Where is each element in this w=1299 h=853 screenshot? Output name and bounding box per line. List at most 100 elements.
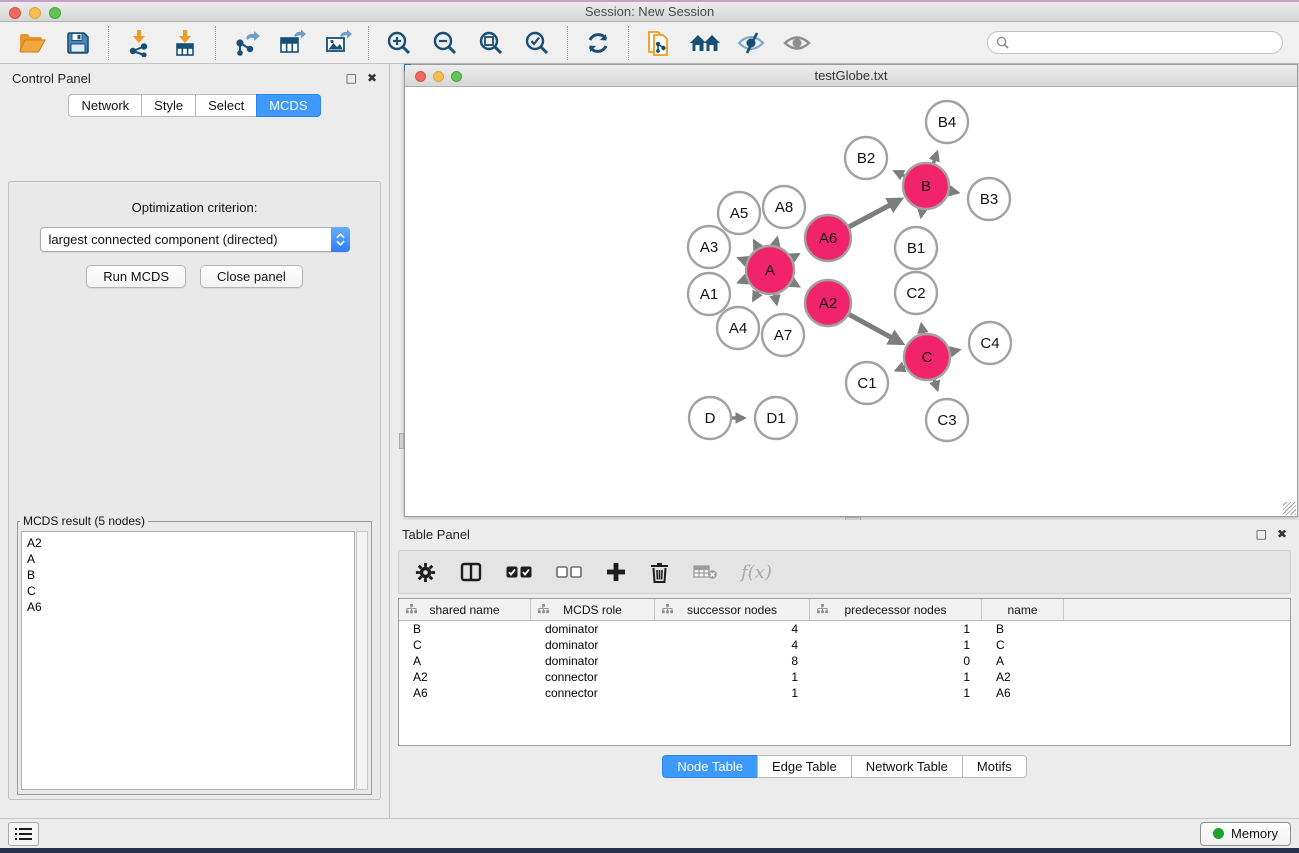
resize-grip-icon[interactable] (1283, 502, 1296, 515)
gear-icon[interactable] (415, 562, 436, 583)
graph-node-C[interactable]: C (904, 334, 950, 380)
hide-eye-icon[interactable] (731, 26, 771, 60)
table-cell[interactable]: 1 (655, 670, 810, 684)
float-table-panel-icon[interactable]: □ (1256, 527, 1267, 541)
import-network-icon[interactable] (119, 26, 159, 60)
graph-node-B1[interactable]: B1 (895, 227, 937, 269)
open-file-icon[interactable] (12, 26, 52, 60)
table-cell[interactable]: 1 (810, 686, 982, 700)
graph-node-A4[interactable]: A4 (717, 307, 759, 349)
network-minimize-button[interactable] (433, 71, 444, 82)
close-panel-button[interactable]: Close panel (200, 265, 303, 288)
show-eye-icon[interactable] (777, 26, 817, 60)
graph-edge-A6-B[interactable] (849, 200, 900, 227)
graph-node-A[interactable]: A (746, 246, 794, 294)
table-row[interactable]: Cdominator41C (399, 637, 1290, 653)
import-table-icon[interactable] (165, 26, 205, 60)
table-cell[interactable]: dominator (531, 638, 655, 652)
network-graph[interactable]: AA1A2A3A4A5A6A7A8BB1B2B3B4CC1C2C3C4DD1 (405, 88, 1297, 516)
table-cell[interactable]: A (399, 654, 531, 668)
graph-node-C3[interactable]: C3 (926, 399, 968, 441)
deselect-all-checkboxes-icon[interactable] (556, 566, 582, 578)
mcds-result-list[interactable]: A2ABCA6 (21, 531, 355, 790)
zoom-selected-icon[interactable] (517, 26, 557, 60)
table-row[interactable]: Adominator80A (399, 653, 1290, 669)
table-row[interactable]: Bdominator41B (399, 621, 1290, 637)
graph-node-A7[interactable]: A7 (762, 314, 804, 356)
graph-edge-A-A6[interactable] (792, 254, 798, 257)
graph-node-A6[interactable]: A6 (805, 215, 851, 261)
tab-network[interactable]: Network (68, 94, 141, 117)
column-header-MCDS-role[interactable]: MCDS role (531, 599, 655, 620)
delete-icon[interactable] (650, 562, 669, 583)
table-cell[interactable]: B (982, 622, 1064, 636)
delete-table-icon[interactable] (693, 565, 717, 580)
graph-edge-B-B2[interactable] (895, 172, 904, 176)
graph-edge-B-B1[interactable] (921, 210, 922, 217)
graph-node-B3[interactable]: B3 (968, 178, 1010, 220)
table-row[interactable]: A6connector11A6 (399, 685, 1290, 701)
table-cell[interactable]: A2 (399, 670, 531, 684)
graph-edge-A-A1[interactable] (739, 279, 747, 282)
tab-node-table[interactable]: Node Table (662, 755, 757, 778)
vertical-scroll-nub[interactable] (399, 433, 404, 449)
run-mcds-button[interactable]: Run MCDS (86, 265, 186, 288)
graph-edge-C-C4[interactable] (950, 350, 958, 352)
graph-edge-C-C1[interactable] (896, 367, 905, 371)
table-cell[interactable]: A (982, 654, 1064, 668)
table-cell[interactable]: 1 (655, 686, 810, 700)
tab-mcds[interactable]: MCDS (256, 94, 320, 117)
table-cell[interactable]: C (399, 638, 531, 652)
result-list-item[interactable]: A2 (27, 535, 354, 551)
graph-edge-A-A7[interactable] (775, 295, 777, 304)
network-zoom-button[interactable] (451, 71, 462, 82)
result-list-item[interactable]: A (27, 551, 354, 567)
graph-node-B2[interactable]: B2 (845, 137, 887, 179)
close-window-button[interactable] (9, 7, 21, 19)
graph-node-B[interactable]: B (903, 163, 949, 209)
table-cell[interactable]: B (399, 622, 531, 636)
result-list-item[interactable]: C (27, 583, 354, 599)
close-table-panel-icon[interactable]: ✖ (1277, 527, 1287, 541)
table-row[interactable]: A2connector11A2 (399, 669, 1290, 685)
table-cell[interactable]: 0 (810, 654, 982, 668)
tab-edge-table[interactable]: Edge Table (757, 755, 851, 778)
search-input[interactable] (1014, 36, 1274, 50)
tab-select[interactable]: Select (195, 94, 256, 117)
table-cell[interactable]: connector (531, 670, 655, 684)
refresh-icon[interactable] (578, 26, 618, 60)
zoom-out-icon[interactable] (425, 26, 465, 60)
graph-node-A2[interactable]: A2 (805, 280, 851, 326)
column-header-shared-name[interactable]: shared name (399, 599, 531, 620)
graph-node-C2[interactable]: C2 (895, 272, 937, 314)
table-cell[interactable]: A2 (982, 670, 1064, 684)
graph-edge-A-A2[interactable] (792, 282, 799, 286)
table-cell[interactable]: 4 (655, 638, 810, 652)
minimize-window-button[interactable] (29, 7, 41, 19)
graph-edge-A-A3[interactable] (739, 258, 747, 261)
add-column-icon[interactable] (606, 562, 626, 582)
column-header-predecessor-nodes[interactable]: predecessor nodes (810, 599, 982, 620)
table-cell[interactable]: 1 (810, 638, 982, 652)
table-cell[interactable]: 8 (655, 654, 810, 668)
task-history-button[interactable] (8, 822, 39, 846)
select-all-checkboxes-icon[interactable] (506, 566, 532, 578)
graph-edge-A2-C[interactable] (849, 314, 901, 343)
table-cell[interactable]: A6 (399, 686, 531, 700)
network-close-button[interactable] (415, 71, 426, 82)
node-table[interactable]: shared nameMCDS rolesuccessor nodesprede… (398, 598, 1291, 746)
graph-edge-A-A8[interactable] (775, 238, 777, 245)
zoom-fit-icon[interactable] (471, 26, 511, 60)
graph-node-C4[interactable]: C4 (969, 322, 1011, 364)
tab-motifs[interactable]: Motifs (962, 755, 1027, 778)
graph-node-A8[interactable]: A8 (763, 186, 805, 228)
table-cell[interactable]: A6 (982, 686, 1064, 700)
graph-node-B4[interactable]: B4 (926, 101, 968, 143)
export-image-icon[interactable] (318, 26, 358, 60)
graph-edge-B-B4[interactable] (933, 152, 937, 163)
graph-edge-A-A5[interactable] (754, 241, 758, 248)
zoom-in-icon[interactable] (379, 26, 419, 60)
criterion-dropdown[interactable]: largest connected component (directed) (40, 227, 350, 252)
result-list-item[interactable]: A6 (27, 599, 354, 615)
memory-button[interactable]: Memory (1200, 822, 1291, 846)
